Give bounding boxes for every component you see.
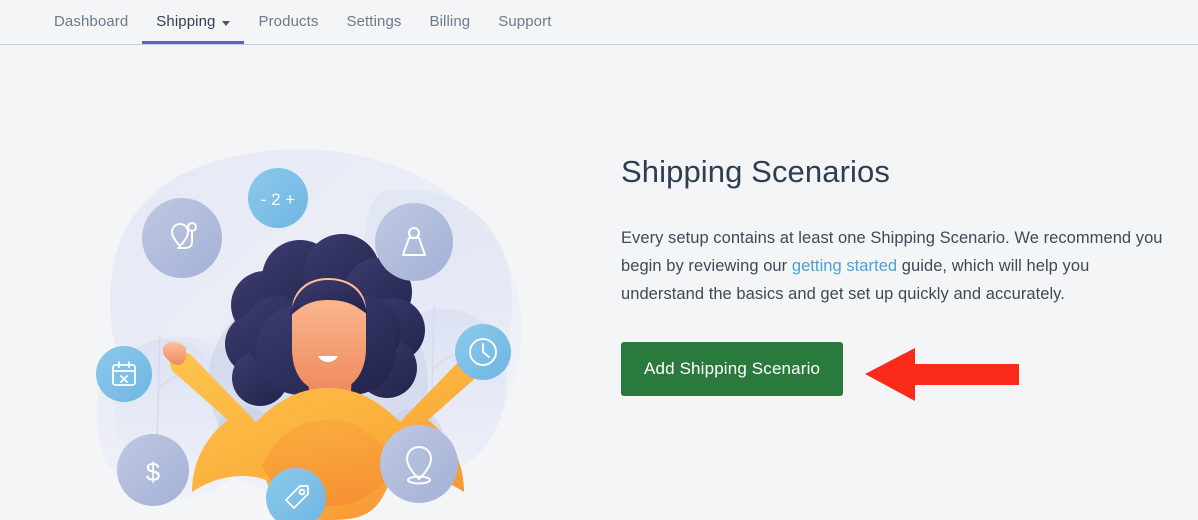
nav-item-support[interactable]: Support (484, 0, 565, 44)
active-tab-underline (142, 41, 244, 44)
badge-dollar: $ (117, 434, 189, 506)
badge-map-pin (380, 425, 458, 503)
intro-paragraph: Every setup contains at least one Shippi… (621, 224, 1166, 308)
chevron-down-icon (222, 21, 230, 26)
nav-item-label: Shipping (156, 13, 215, 31)
getting-started-link[interactable]: getting started (792, 257, 897, 275)
badge-clock (455, 324, 511, 380)
nav-item-label: Support (498, 13, 551, 31)
nav-item-products[interactable]: Products (244, 0, 332, 44)
page-title: Shipping Scenarios (621, 153, 1166, 191)
nav-item-label: Settings (346, 13, 401, 31)
nav-item-shipping[interactable]: Shipping (142, 0, 244, 44)
dollar-icon: $ (146, 457, 161, 487)
shipping-scenarios-illustration: - 2 + (60, 120, 580, 520)
nav-item-dashboard[interactable]: Dashboard (40, 0, 142, 44)
top-navigation-bar: Dashboard Shipping Products Settings Bil… (0, 0, 1198, 45)
nav-item-label: Dashboard (54, 13, 128, 31)
badge-calendar (96, 346, 152, 402)
nav-item-list: Dashboard Shipping Products Settings Bil… (40, 0, 565, 44)
nav-item-settings[interactable]: Settings (332, 0, 415, 44)
app-root: Dashboard Shipping Products Settings Bil… (0, 0, 1198, 507)
shipping-scenarios-panel: Shipping Scenarios Every setup contains … (621, 153, 1166, 396)
nav-item-label: Billing (429, 13, 470, 31)
nav-item-label: Products (258, 13, 318, 31)
quantity-stepper-label: - 2 + (261, 190, 296, 209)
badge-route-location (142, 198, 222, 278)
badge-weight (375, 203, 453, 281)
add-shipping-scenario-button[interactable]: Add Shipping Scenario (621, 342, 843, 396)
main-content: - 2 + (0, 45, 1198, 507)
badge-quantity-stepper: - 2 + (248, 168, 308, 228)
nav-item-billing[interactable]: Billing (415, 0, 484, 44)
